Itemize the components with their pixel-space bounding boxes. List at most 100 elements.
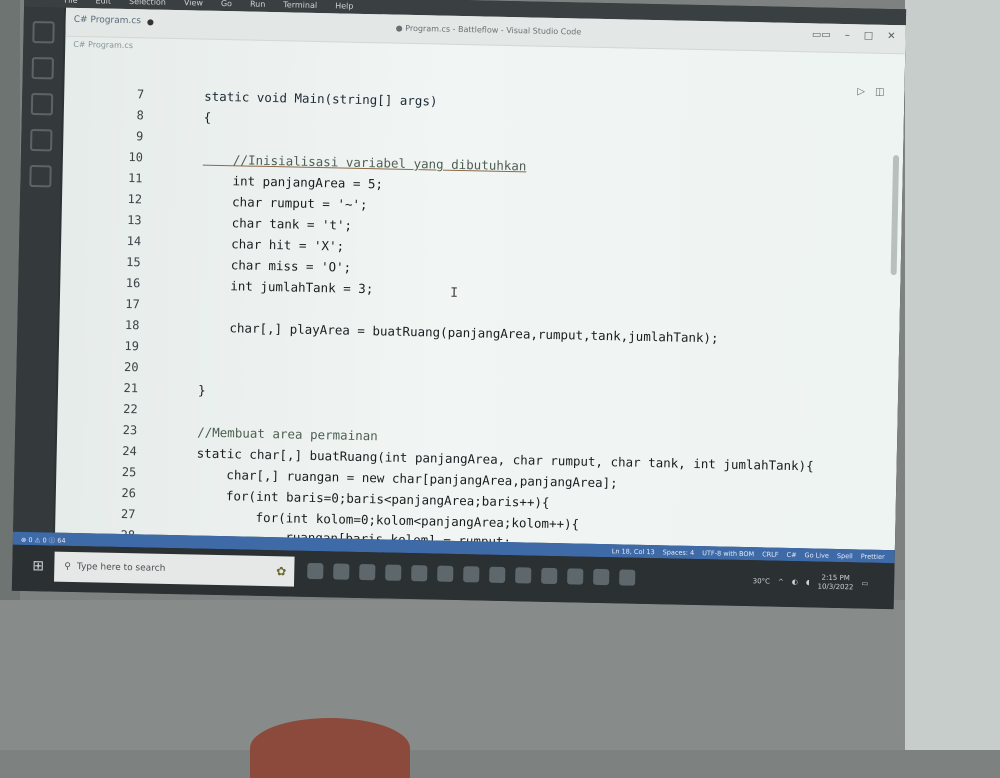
clock[interactable]: 2:15 PM 10/3/2022 (817, 574, 853, 593)
line-number: 11 (127, 171, 143, 186)
cortana-icon[interactable] (307, 562, 324, 580)
line-number: 21 (123, 380, 139, 396)
app-icon[interactable] (463, 566, 480, 583)
app-icon[interactable] (619, 569, 636, 586)
code-line-10[interactable]: //Inisialisasi variabel yang dibutuhkan (202, 151, 527, 174)
status-item[interactable]: Ln 18, Col 13 (612, 547, 655, 556)
weather-text[interactable]: 30°C (753, 577, 770, 585)
menu-item[interactable]: Selection (129, 0, 166, 6)
network-icon[interactable]: ◐ (792, 578, 798, 586)
line-number: 13 (127, 213, 142, 228)
app-icon[interactable] (489, 566, 506, 584)
code-line-13[interactable]: char tank = 't'; (201, 214, 353, 233)
line-number: 22 (123, 401, 138, 417)
tab-program-cs[interactable]: C# Program.cs ● (74, 15, 154, 27)
code-line-14[interactable]: char hit = 'X'; (201, 236, 344, 253)
line-number: 15 (126, 255, 141, 270)
menu-item[interactable]: Run (250, 0, 266, 8)
code-text: char miss = 'O'; (200, 256, 352, 275)
chrome-icon[interactable] (385, 564, 402, 581)
chevron-up-icon[interactable]: ^ (778, 578, 784, 586)
app-icon[interactable] (593, 568, 610, 586)
maximize-icon[interactable]: □ (864, 30, 874, 41)
line-number: 9 (135, 129, 144, 144)
extensions-icon[interactable] (29, 164, 52, 188)
tab-label: C# Program.cs (73, 14, 142, 27)
status-item[interactable]: C# (787, 550, 797, 558)
background-wall-right (905, 0, 1000, 750)
line-number: 25 (121, 464, 137, 480)
code-text: char rumput = '~'; (201, 193, 368, 213)
taskbar-search-box[interactable]: ⚲ Type here to search ✿ (54, 551, 295, 587)
menu-item[interactable]: Edit (95, 0, 111, 5)
line-number: 14 (126, 234, 142, 249)
code-line-21[interactable]: } (198, 383, 206, 398)
app-icon[interactable] (437, 565, 454, 582)
task-view-icon[interactable] (333, 563, 350, 580)
code-line-7[interactable]: static void Main(string[] args) (204, 89, 438, 109)
code-text: int panjangArea = 5; (202, 172, 384, 192)
app-icon[interactable] (567, 568, 584, 585)
line-number: 19 (124, 339, 140, 354)
source-control-icon[interactable] (30, 92, 54, 116)
run-debug-icon[interactable] (30, 128, 53, 152)
line-number: 10 (128, 150, 144, 165)
split-editor-icon[interactable]: ◫ (875, 87, 885, 98)
menu-item[interactable]: Help (335, 1, 353, 10)
code-line-16[interactable]: int jumlahTank = 3; (200, 277, 374, 297)
window-title: ● Program.cs - Battleflow - Visual Studi… (395, 23, 582, 37)
code-line-15[interactable]: char miss = 'O'; (201, 257, 352, 275)
menu-item[interactable]: View (184, 0, 203, 7)
code-line-8[interactable]: { (204, 110, 212, 125)
status-item[interactable]: Go Live (804, 551, 829, 560)
code-text: int jumlahTank = 3; (200, 277, 374, 297)
volume-icon[interactable]: ◖ (806, 578, 810, 586)
code-line-12[interactable]: char rumput = '~'; (202, 194, 368, 212)
edge-icon[interactable] (411, 565, 428, 582)
status-item[interactable]: CRLF (762, 550, 779, 558)
code-text: char[,] ruangan = new char[panjangArea,p… (196, 466, 618, 491)
explorer-icon[interactable] (32, 21, 55, 44)
code-text: for(int baris=0;baris<panjangArea;baris+… (195, 487, 550, 510)
modified-dot-icon[interactable]: ● (147, 17, 154, 26)
comment-text: //Membuat area permainan (197, 424, 378, 444)
line-number: 12 (127, 192, 143, 207)
code-line-23[interactable]: //Membuat area permainan (197, 425, 378, 444)
clock-date: 10/3/2022 (817, 582, 854, 592)
windows-start-icon[interactable]: ⊞ (32, 558, 46, 574)
code-line-11[interactable]: int panjangArea = 5; (202, 172, 384, 192)
notification-icon[interactable]: ▭ (861, 579, 868, 587)
code-line-18[interactable]: char[,] playArea = buatRuang(panjangArea… (199, 320, 718, 345)
problems-indicator[interactable]: ⊗ 0 ⚠ 0 ⓘ 64 (13, 533, 66, 544)
status-item[interactable]: Prettier (861, 552, 885, 560)
close-icon[interactable]: ✕ (887, 31, 896, 42)
code-line-27[interactable]: for(int baris=0;baris<panjangArea;baris+… (196, 488, 550, 510)
search-icon[interactable] (31, 57, 54, 80)
file-explorer-icon[interactable] (359, 563, 376, 581)
app-icon[interactable] (515, 567, 532, 584)
menu-item[interactable]: Go (221, 0, 232, 8)
line-number: 18 (124, 318, 140, 333)
breadcrumb[interactable]: C# Program.cs (73, 40, 133, 50)
layout-icon[interactable]: ▭▭ (812, 29, 831, 40)
code-line-25[interactable]: char[,] ruangan = new char[panjangArea,p… (196, 466, 618, 491)
line-number: 23 (122, 422, 138, 438)
audience-hand (250, 718, 410, 778)
app-icon[interactable] (541, 567, 558, 585)
status-item[interactable]: UTF-8 with BOM (702, 549, 754, 558)
search-highlight-icon: ✿ (276, 564, 287, 579)
minimize-icon[interactable]: – (845, 30, 850, 41)
menu-item[interactable]: Terminal (283, 0, 317, 9)
system-tray: 30°C ^ ◐ ◖ 2:15 PM 10/3/2022 ▭ (752, 572, 869, 593)
line-number: 20 (123, 360, 139, 375)
status-item[interactable]: Spaces: 4 (663, 548, 695, 557)
status-item[interactable]: Spell (837, 551, 853, 559)
window-controls: ▭▭ – □ ✕ (812, 29, 896, 42)
run-icon[interactable]: ▷ (857, 86, 865, 97)
code-text: static void Main(string[] args) (204, 88, 438, 109)
background-floor (0, 600, 905, 750)
menu-item[interactable]: File (64, 0, 78, 4)
vertical-scrollbar[interactable] (890, 155, 900, 276)
code-text: char tank = 't'; (201, 214, 353, 233)
comment-text: //Inisialisasi variabel yang dibutuhkan (202, 151, 527, 174)
